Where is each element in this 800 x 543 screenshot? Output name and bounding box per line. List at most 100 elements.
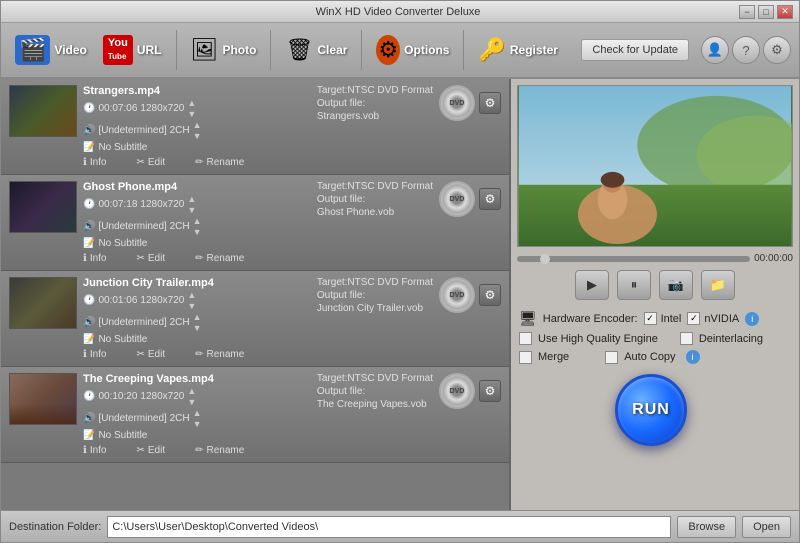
rename-icon-4: ✏ [195,445,203,456]
dvd-icon-2: DVD [439,181,475,217]
rename-icon-3: ✏ [195,349,203,360]
file-name-4: The Creeping Vapes.mp4 [83,373,311,385]
file-item-top-3: Junction City Trailer.mp4 🕐 00:01:06 128… [9,277,501,345]
merge-checkbox[interactable] [519,351,532,364]
edit-button-4[interactable]: ✂ Edit [137,445,166,456]
play-button[interactable]: ▶ [575,270,609,300]
preview-video [517,85,793,247]
edit-button-1[interactable]: ✂ Edit [137,157,166,168]
audio-arrows-1[interactable]: ▲▼ [193,120,202,141]
toolbar-separator-1 [176,30,177,70]
file-actions-1: ℹ Info ✂ Edit ✏ Rename [9,155,501,168]
audio-icon-1: 🔊 [83,125,95,136]
file-name-1: Strangers.mp4 [83,85,311,97]
seekbar: 00:00:00 [517,253,793,264]
run-button[interactable]: RUN [615,374,687,446]
seekbar-thumb[interactable] [540,254,550,264]
hardware-encoder-label: Hardware Encoder: [543,313,638,325]
clock-icon-3: 🕐 [83,295,95,306]
audio-icon-2: 🔊 [83,221,95,232]
clear-button[interactable]: 🗑 Clear [279,34,353,66]
edit-icon-3: ✂ [137,349,145,360]
destination-path-input[interactable] [107,516,671,538]
arrows-3[interactable]: ▲▼ [187,290,196,311]
info-button-3[interactable]: ℹ Info [83,349,107,360]
arrows-4[interactable]: ▲▼ [187,386,196,407]
audio-arrows-4[interactable]: ▲▼ [193,408,202,429]
clock-icon-1: 🕐 [83,103,95,114]
toolbar-separator-4 [463,30,464,70]
info-button-4[interactable]: ℹ Info [83,445,107,456]
rename-button-4[interactable]: ✏ Rename [195,445,244,456]
url-button[interactable]: YouTube URL [97,32,168,68]
audio-arrows-3[interactable]: ▲▼ [193,312,202,333]
info-icon-1: ℹ [83,157,87,168]
intel-checkbox[interactable] [644,312,657,325]
options-button[interactable]: ⚙ Options [370,32,455,68]
options-icon: ⚙ [376,35,400,65]
register-button[interactable]: 🔑 Register [472,34,563,66]
info-button-1[interactable]: ℹ Info [83,157,107,168]
intel-label: Intel [661,313,682,325]
user-profile-button[interactable]: 👤 [701,36,729,64]
register-icon: 🔑 [478,37,505,63]
list-item: The Creeping Vapes.mp4 🕐 00:10:20 1280x7… [1,367,509,463]
nvidia-label: nVIDIA [704,313,739,325]
high-quality-checkbox[interactable] [519,332,532,345]
help-button[interactable]: ? [732,36,760,64]
rename-button-3[interactable]: ✏ Rename [195,349,244,360]
edit-button-3[interactable]: ✂ Edit [137,349,166,360]
arrows-2[interactable]: ▲▼ [187,194,196,215]
file-duration-4: 🕐 00:10:20 1280x720 ▲▼ [83,386,311,407]
arrows-1[interactable]: ▲▼ [187,98,196,119]
preview-controls: ▶ ⏸ 📷 📁 [517,270,793,300]
dvd-area-2: DVD ⚙ [439,181,501,217]
open-button[interactable]: Open [742,516,791,538]
minimize-button[interactable]: − [739,5,755,19]
nvidia-checkbox[interactable] [687,312,700,325]
file-target-2: Target:NTSC DVD Format Output file: Ghos… [317,181,433,218]
file-thumbnail-1 [9,85,77,137]
audio-arrows-2[interactable]: ▲▼ [193,216,202,237]
deinterlacing-checkbox[interactable] [680,332,693,345]
settings-button-1[interactable]: ⚙ [479,92,501,114]
rename-button-2[interactable]: ✏ Rename [195,253,244,264]
edit-icon-1: ✂ [137,157,145,168]
check-update-button[interactable]: Check for Update [581,39,689,61]
info-icon-4: ℹ [83,445,87,456]
edit-button-2[interactable]: ✂ Edit [137,253,166,264]
hardware-chip-icon: 🖥 [519,310,537,327]
settings-button-3[interactable]: ⚙ [479,284,501,306]
close-button[interactable]: ✕ [777,5,793,19]
auto-copy-checkbox[interactable] [605,351,618,364]
video-button[interactable]: 🎬 Video [9,32,93,68]
photo-button[interactable]: 🖼 Photo [185,34,263,66]
browse-button[interactable]: Browse [677,516,736,538]
settings-button-4[interactable]: ⚙ [479,380,501,402]
video-content [518,86,792,246]
run-button-area: RUN [517,374,793,450]
title-bar: WinX HD Video Converter Deluxe − □ ✕ [1,1,799,23]
youtube-icon: YouTube [103,35,133,65]
info-button-2[interactable]: ℹ Info [83,253,107,264]
dvd-area-1: DVD ⚙ [439,85,501,121]
rename-button-1[interactable]: ✏ Rename [195,157,244,168]
seekbar-track[interactable] [517,256,750,262]
file-list: Strangers.mp4 🕐 00:07:06 1280x720 ▲▼ 🔊 [… [1,79,511,510]
open-folder-button[interactable]: 📁 [701,270,735,300]
url-button-label: URL [137,43,162,57]
audio-icon-3: 🔊 [83,317,95,328]
file-info-2: Ghost Phone.mp4 🕐 00:07:18 1280x720 ▲▼ 🔊… [83,181,311,249]
pause-button[interactable]: ⏸ [617,270,651,300]
file-item-top-4: The Creeping Vapes.mp4 🕐 00:10:20 1280x7… [9,373,501,441]
settings-button-2[interactable]: ⚙ [479,188,501,210]
maximize-button[interactable]: □ [758,5,774,19]
info-button[interactable]: ⚙ [763,36,791,64]
encoder-info-icon[interactable]: i [745,312,759,326]
subtitle-icon-2: 📝 [83,238,95,249]
main-area: Strangers.mp4 🕐 00:07:06 1280x720 ▲▼ 🔊 [… [1,79,799,510]
toolbar-separator-2 [270,30,271,70]
auto-copy-info-icon[interactable]: i [686,350,700,364]
screenshot-button[interactable]: 📷 [659,270,693,300]
photo-button-label: Photo [222,43,256,57]
